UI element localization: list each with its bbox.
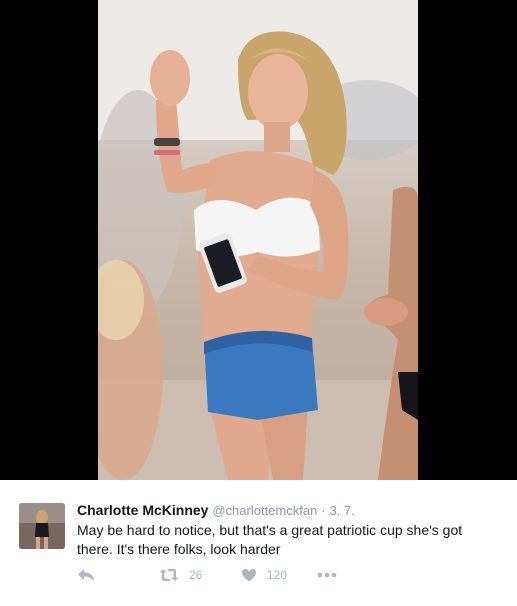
tweet-actions: 26 120 bbox=[77, 568, 377, 586]
author-name[interactable]: Charlotte McKinney bbox=[77, 502, 208, 518]
retweet-count: 26 bbox=[189, 568, 203, 582]
retweet-icon bbox=[159, 569, 179, 581]
reply-icon bbox=[78, 569, 94, 581]
more-icon bbox=[317, 572, 337, 578]
author-handle[interactable]: @charlottemckfan bbox=[212, 503, 317, 518]
tweet-header: Charlotte McKinney @charlottemckfan · 3.… bbox=[77, 502, 355, 518]
separator: · bbox=[321, 503, 326, 518]
tweet-photo[interactable] bbox=[98, 0, 418, 480]
tweet-media[interactable] bbox=[0, 0, 517, 480]
avatar[interactable] bbox=[19, 503, 65, 549]
more-button[interactable] bbox=[317, 570, 337, 580]
retweet-button[interactable]: 26 bbox=[159, 568, 202, 582]
tweet-date[interactable]: 3. 7. bbox=[329, 503, 354, 518]
like-button[interactable]: 120 bbox=[241, 568, 287, 582]
tweet[interactable]: Charlotte McKinney @charlottemckfan · 3.… bbox=[0, 480, 517, 606]
photo-illustration bbox=[98, 0, 418, 480]
reply-button[interactable] bbox=[77, 568, 95, 582]
like-count: 120 bbox=[267, 568, 288, 582]
tweet-text: May be hard to notice, but that's a grea… bbox=[77, 522, 463, 557]
heart-icon bbox=[242, 569, 256, 582]
